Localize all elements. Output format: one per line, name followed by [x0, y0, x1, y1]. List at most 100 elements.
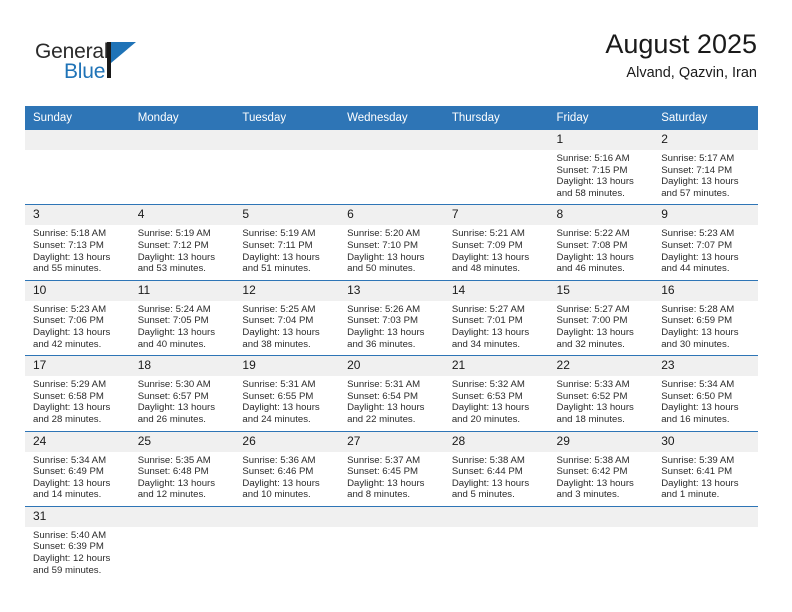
- calendar-day-cell[interactable]: 11 Sunrise: 5:24 AM Sunset: 7:05 PM Dayligh…: [129, 279, 235, 356]
- calendar-day-cell[interactable]: 28 Sunrise: 5:38 AM Sunset: 6:44 PM Dayligh…: [443, 430, 549, 507]
- day-info-sunrise: Sunrise: 5:22 AM: [556, 228, 630, 240]
- day-info-sunrise: Sunrise: 5:20 AM: [347, 228, 421, 240]
- weekday-header-friday: Friday: [548, 106, 654, 130]
- day-info-sunset: Sunset: 7:07 PM: [661, 239, 733, 251]
- day-info-sunrise: Sunrise: 5:24 AM: [137, 303, 211, 315]
- calendar-day-cell[interactable]: 15 Sunrise: 5:27 AM Sunset: 7:00 PM Dayligh…: [548, 279, 654, 356]
- day-sun-info: [444, 150, 549, 204]
- calendar-day-cell[interactable]: 27 Sunrise: 5:37 AM Sunset: 6:45 PM Dayligh…: [339, 430, 444, 507]
- day-info-daylight-line1: Daylight: 13 hours: [33, 251, 111, 263]
- day-info-sunrise: Sunrise: 5:23 AM: [661, 228, 735, 240]
- calendar-day-cell[interactable]: 9 Sunrise: 5:23 AM Sunset: 7:07 PM Daylight…: [653, 204, 758, 281]
- calendar-day-cell[interactable]: 24 Sunrise: 5:34 AM Sunset: 6:49 PM Dayligh…: [25, 430, 130, 507]
- day-info-sunset: Sunset: 7:11 PM: [242, 239, 313, 251]
- day-info-daylight-line1: [138, 553, 229, 565]
- day-info-daylight-line1: Daylight: 13 hours: [347, 402, 425, 414]
- calendar-week-row: 31 Sunrise: 5:40 AM Sunset: 6:39 PM Dayligh…: [25, 505, 758, 582]
- day-info-sunset: Sunset: 6:53 PM: [451, 390, 523, 402]
- day-sun-info: [549, 527, 654, 581]
- day-info-daylight-line2: and 24 minutes.: [242, 413, 311, 425]
- calendar-week-row: 17 Sunrise: 5:29 AM Sunset: 6:58 PM Dayligh…: [25, 355, 758, 431]
- calendar-day-cell[interactable]: 26 Sunrise: 5:36 AM Sunset: 6:46 PM Dayligh…: [234, 430, 340, 507]
- calendar-day-cell[interactable]: 8 Sunrise: 5:22 AM Sunset: 7:08 PM Daylight…: [548, 204, 654, 281]
- day-info-daylight-line1: [347, 553, 438, 565]
- calendar-empty-cell: [339, 505, 444, 582]
- calendar-week-row: 10 Sunrise: 5:23 AM Sunset: 7:06 PM Dayligh…: [25, 279, 758, 356]
- day-sun-info: Sunrise: 5:26 AM Sunset: 7:03 PM Daylight:…: [339, 301, 444, 355]
- day-info-sunset: Sunset: 6:50 PM: [661, 390, 733, 402]
- day-info-sunrise: Sunrise: 5:19 AM: [137, 228, 211, 240]
- day-number: [653, 506, 758, 527]
- day-info-daylight-line1: Daylight: 13 hours: [137, 251, 216, 263]
- calendar-page: General Blue August 2025 Alvand, Qazvin,…: [0, 0, 792, 612]
- day-info-daylight-line2: and 58 minutes.: [556, 187, 625, 199]
- day-number: 8: [548, 205, 654, 226]
- day-info-sunrise: Sunrise: 5:27 AM: [556, 303, 630, 315]
- day-info-daylight-line2: and 46 minutes.: [556, 263, 625, 275]
- calendar-day-cell[interactable]: 25 Sunrise: 5:35 AM Sunset: 6:48 PM Dayligh…: [129, 430, 235, 507]
- calendar-day-cell[interactable]: 30 Sunrise: 5:39 AM Sunset: 6:41 PM Dayligh…: [653, 430, 758, 507]
- day-number: 21: [443, 356, 549, 377]
- calendar-day-cell[interactable]: 22 Sunrise: 5:33 AM Sunset: 6:52 PM Dayligh…: [548, 355, 654, 431]
- calendar-day-cell[interactable]: 23 Sunrise: 5:34 AM Sunset: 6:50 PM Dayligh…: [653, 355, 758, 431]
- calendar-day-cell[interactable]: 2 Sunrise: 5:17 AM Sunset: 7:14 PM Daylight…: [653, 128, 758, 205]
- day-sun-info: [234, 150, 339, 204]
- day-sun-info: Sunrise: 5:39 AM Sunset: 6:41 PM Daylight:…: [653, 452, 758, 506]
- calendar-day-cell[interactable]: 1 Sunrise: 5:16 AM Sunset: 7:15 PM Daylight…: [548, 128, 654, 205]
- day-info-sunrise: Sunrise: 5:27 AM: [451, 303, 525, 315]
- day-number: 25: [129, 431, 235, 452]
- day-info-sunset: Sunset: 7:08 PM: [556, 239, 628, 251]
- day-info-sunset: [138, 541, 229, 553]
- day-info-daylight-line1: [242, 553, 333, 565]
- day-info-sunset: Sunset: 7:15 PM: [556, 164, 628, 176]
- calendar-day-cell[interactable]: 7 Sunrise: 5:21 AM Sunset: 7:09 PM Daylight…: [443, 204, 549, 281]
- day-info-sunset: Sunset: 6:45 PM: [347, 466, 419, 478]
- calendar-day-cell[interactable]: 18 Sunrise: 5:30 AM Sunset: 6:57 PM Dayligh…: [129, 355, 235, 431]
- day-info-daylight-line1: [557, 553, 648, 565]
- day-sun-info: Sunrise: 5:18 AM Sunset: 7:13 PM Daylight:…: [25, 225, 130, 279]
- calendar-day-cell[interactable]: 19 Sunrise: 5:31 AM Sunset: 6:55 PM Dayligh…: [234, 355, 340, 431]
- calendar-empty-cell: [548, 505, 654, 582]
- calendar-day-cell[interactable]: 3 Sunrise: 5:18 AM Sunset: 7:13 PM Daylight…: [25, 204, 130, 281]
- calendar-empty-cell: [234, 505, 340, 582]
- day-info-daylight-line2: [138, 565, 229, 577]
- day-info-daylight-line2: and 12 minutes.: [137, 489, 206, 501]
- day-sun-info: Sunrise: 5:24 AM Sunset: 7:05 PM Daylight:…: [130, 301, 235, 355]
- day-sun-info: Sunrise: 5:17 AM Sunset: 7:14 PM Daylight:…: [653, 150, 758, 204]
- day-info-daylight-line1: Daylight: 13 hours: [661, 477, 739, 489]
- day-info-sunrise: [242, 530, 333, 542]
- day-info-sunset: Sunset: 6:39 PM: [33, 541, 104, 553]
- day-info-sunset: [242, 541, 333, 553]
- calendar-day-cell[interactable]: 5 Sunrise: 5:19 AM Sunset: 7:11 PM Daylight…: [234, 204, 340, 281]
- day-info-sunrise: Sunrise: 5:30 AM: [137, 379, 211, 391]
- calendar-day-cell[interactable]: 10 Sunrise: 5:23 AM Sunset: 7:06 PM Dayligh…: [25, 279, 130, 356]
- calendar-day-cell[interactable]: 4 Sunrise: 5:19 AM Sunset: 7:12 PM Daylight…: [129, 204, 235, 281]
- calendar-day-cell[interactable]: 12 Sunrise: 5:25 AM Sunset: 7:04 PM Dayligh…: [234, 279, 340, 356]
- calendar-day-cell[interactable]: 14 Sunrise: 5:27 AM Sunset: 7:01 PM Dayligh…: [443, 279, 549, 356]
- day-info-daylight-line1: Daylight: 13 hours: [661, 402, 739, 414]
- calendar-day-cell[interactable]: 16 Sunrise: 5:28 AM Sunset: 6:59 PM Dayligh…: [653, 279, 758, 356]
- day-info-daylight-line2: and 42 minutes.: [33, 338, 102, 350]
- day-sun-info: Sunrise: 5:31 AM Sunset: 6:54 PM Daylight:…: [339, 376, 444, 430]
- calendar-day-cell[interactable]: 17 Sunrise: 5:29 AM Sunset: 6:58 PM Dayligh…: [25, 355, 130, 431]
- day-info-daylight-line2: and 44 minutes.: [661, 263, 730, 275]
- page-subtitle-location: Alvand, Qazvin, Iran: [626, 65, 757, 81]
- calendar-day-cell[interactable]: 29 Sunrise: 5:38 AM Sunset: 6:42 PM Dayligh…: [548, 430, 654, 507]
- calendar-day-cell[interactable]: 31 Sunrise: 5:40 AM Sunset: 6:39 PM Dayligh…: [25, 505, 130, 582]
- day-info-sunset: Sunset: 6:41 PM: [661, 466, 733, 478]
- day-sun-info: Sunrise: 5:29 AM Sunset: 6:58 PM Daylight:…: [25, 376, 130, 430]
- day-info-daylight-line1: Daylight: 13 hours: [451, 326, 530, 338]
- day-number: [234, 130, 340, 150]
- day-info-sunrise: Sunrise: 5:23 AM: [33, 303, 107, 315]
- day-info-sunset: Sunset: 7:12 PM: [137, 239, 209, 251]
- day-number: 16: [653, 280, 758, 301]
- calendar-day-cell[interactable]: 6 Sunrise: 5:20 AM Sunset: 7:10 PM Daylight…: [339, 204, 444, 281]
- calendar-empty-cell: [339, 128, 444, 205]
- calendar-day-cell[interactable]: 20 Sunrise: 5:31 AM Sunset: 6:54 PM Dayligh…: [339, 355, 444, 431]
- day-info-sunset: Sunset: 6:44 PM: [451, 466, 523, 478]
- day-sun-info: [130, 527, 235, 581]
- day-info-sunset: Sunset: 7:13 PM: [33, 239, 104, 251]
- day-info-sunrise: Sunrise: 5:33 AM: [556, 379, 630, 391]
- calendar-day-cell[interactable]: 21 Sunrise: 5:32 AM Sunset: 6:53 PM Dayligh…: [443, 355, 549, 431]
- calendar-day-cell[interactable]: 13 Sunrise: 5:26 AM Sunset: 7:03 PM Dayligh…: [339, 279, 444, 356]
